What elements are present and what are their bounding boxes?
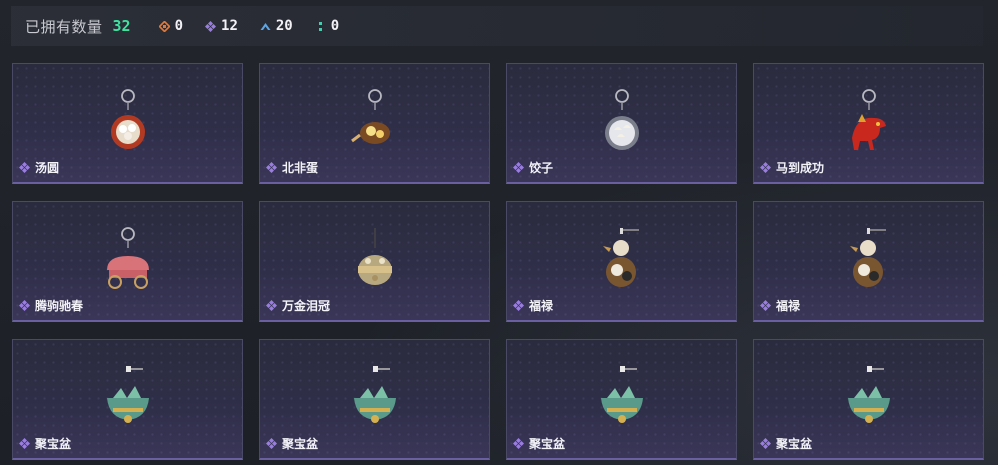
item-name-row: 福禄 — [513, 297, 553, 314]
teal-dots-icon — [315, 21, 326, 32]
item-name-row: 聚宝盆 — [266, 435, 318, 452]
item-name: 腾驹驰春 — [35, 299, 84, 313]
keychain-treasure-icon — [847, 366, 890, 423]
item-name-row: 聚宝盆 — [19, 435, 71, 452]
item-name: 饺子 — [529, 161, 554, 175]
item-card[interactable]: 福禄 — [506, 201, 737, 322]
keychain-plate-icon — [604, 89, 639, 150]
rarity-purple-icon — [513, 438, 524, 449]
rarity-purple-icon — [19, 162, 30, 173]
item-name-row: 北非蛋 — [266, 159, 318, 176]
item-grid: 汤圆 北非蛋 饺子 马到成功腾驹驰春 万金泪冠 福禄 福禄聚宝盆 聚宝盆 聚宝盆 聚宝盆 — [12, 63, 984, 460]
keychain-gourd-icon — [849, 228, 886, 287]
item-name: 汤圆 — [35, 161, 60, 175]
keychain-pan-icon — [350, 89, 390, 144]
keychain-bowl-red-icon — [110, 89, 145, 149]
rarity-purple-icon — [760, 300, 771, 311]
blue-wing-icon — [260, 21, 271, 32]
rarity-purple-icon — [513, 300, 524, 311]
item-name: 万金泪冠 — [282, 299, 331, 313]
collection-header: 已拥有数量 32 0 12 20 0 — [11, 6, 983, 46]
item-card[interactable]: 汤圆 — [12, 63, 243, 184]
item-card[interactable]: 饺子 — [506, 63, 737, 184]
keychain-gourd-icon — [602, 228, 639, 287]
item-card[interactable]: 福禄 — [753, 201, 984, 322]
rarity-purple-icon — [19, 300, 30, 311]
item-name-row: 腾驹驰春 — [19, 297, 83, 314]
item-name: 聚宝盆 — [529, 437, 566, 451]
rarity-purple-icon — [266, 300, 277, 311]
item-card[interactable]: 北非蛋 — [259, 63, 490, 184]
item-card[interactable]: 万金泪冠 — [259, 201, 490, 322]
item-name: 北非蛋 — [282, 161, 319, 175]
stat-teal-value: 0 — [330, 18, 340, 34]
item-name: 聚宝盆 — [35, 437, 72, 451]
item-name: 福禄 — [529, 299, 554, 313]
keychain-horse-icon — [851, 89, 886, 150]
item-card[interactable]: 马到成功 — [753, 63, 984, 184]
item-name: 聚宝盆 — [282, 437, 319, 451]
keychain-treasure-icon — [600, 366, 643, 423]
item-name-row: 福禄 — [760, 297, 800, 314]
item-name-row: 万金泪冠 — [266, 297, 330, 314]
item-card[interactable]: 聚宝盆 — [506, 339, 737, 460]
rarity-purple-icon — [266, 438, 277, 449]
stat-blue: 20 — [260, 18, 293, 34]
rarity-purple-icon — [513, 162, 524, 173]
stat-orange-value: 0 — [174, 18, 184, 34]
stat-teal: 0 — [315, 18, 339, 34]
item-name: 马到成功 — [776, 161, 825, 175]
keychain-treasure-icon — [353, 366, 396, 423]
rarity-purple-icon — [19, 438, 30, 449]
item-name-row: 聚宝盆 — [760, 435, 812, 452]
item-name-row: 聚宝盆 — [513, 435, 565, 452]
item-name-row: 马到成功 — [760, 159, 824, 176]
stat-orange: 0 — [158, 18, 184, 34]
stat-purple: 12 — [205, 18, 238, 34]
keychain-treasure-icon — [106, 366, 149, 423]
stat-purple-value: 12 — [221, 18, 238, 34]
stat-blue-value: 20 — [275, 18, 293, 34]
item-name-row: 汤圆 — [19, 159, 59, 176]
rarity-purple-icon — [266, 162, 277, 173]
owned-count-value: 32 — [112, 17, 131, 35]
rarity-purple-icon — [760, 162, 771, 173]
orange-diamond-icon — [158, 20, 170, 32]
item-name: 聚宝盆 — [776, 437, 813, 451]
item-card[interactable]: 腾驹驰春 — [12, 201, 243, 322]
item-name: 福禄 — [776, 299, 801, 313]
keychain-carriage-icon — [106, 227, 149, 289]
item-card[interactable]: 聚宝盆 — [259, 339, 490, 460]
owned-count-label: 已拥有数量 — [25, 18, 103, 36]
keychain-crown-icon — [357, 228, 392, 285]
item-card[interactable]: 聚宝盆 — [753, 339, 984, 460]
rarity-purple-icon — [760, 438, 771, 449]
item-name-row: 饺子 — [513, 159, 553, 176]
purple-diamond-icon — [205, 20, 217, 32]
item-card[interactable]: 聚宝盆 — [12, 339, 243, 460]
